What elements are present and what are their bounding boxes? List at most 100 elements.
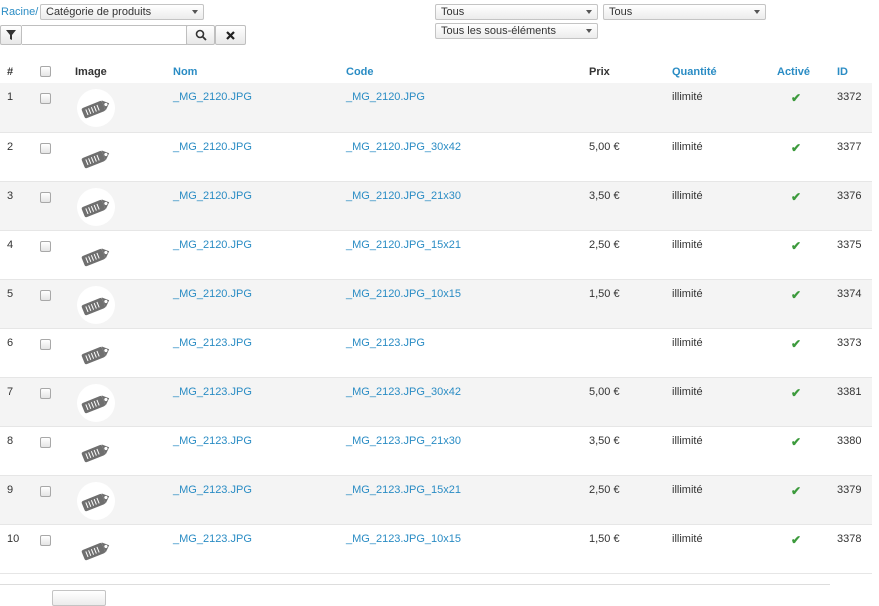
product-thumbnail[interactable] [77, 334, 115, 373]
table-row[interactable]: 10 _MG_2123.JPG _MG_2123.JPG_10x15 1,50 € il… [0, 524, 872, 574]
checkmark-icon[interactable]: ✔ [791, 239, 801, 253]
product-thumbnail[interactable] [77, 89, 115, 127]
header-nom-sort[interactable]: Nom [173, 61, 346, 83]
product-thumbnail[interactable] [77, 236, 115, 275]
table-row[interactable]: 5 _MG_2120.JPG _MG_2120.JPG_10x15 1,50 € ill… [0, 279, 872, 329]
table-row[interactable]: 6 _MG_2123.JPG _MG_2123.JPG illimité ✔ 3373 [0, 328, 872, 378]
checkmark-icon[interactable]: ✔ [791, 288, 801, 302]
table-row[interactable]: 3 _MG_2120.JPG _MG_2120.JPG_21x30 3,50 € ill… [0, 181, 872, 231]
row-nom-link[interactable]: _MG_2120.JPG [173, 181, 346, 231]
search-icon [195, 29, 207, 41]
row-checkbox-cell [40, 279, 75, 329]
row-nom-link[interactable]: _MG_2120.JPG [173, 230, 346, 280]
row-code-link[interactable]: _MG_2123.JPG_15x21 [346, 475, 589, 525]
product-thumbnail[interactable] [77, 530, 115, 569]
chevron-down-icon [586, 29, 592, 33]
checkmark-icon[interactable]: ✔ [791, 190, 801, 204]
row-active-cell: ✔ [777, 328, 837, 378]
table-row[interactable]: 1 _MG_2120.JPG _MG_2120.JPG illimité ✔ 3372 [0, 83, 872, 133]
row-nom-link[interactable]: _MG_2120.JPG [173, 132, 346, 182]
row-image-cell [75, 279, 173, 329]
row-code-link[interactable]: _MG_2120.JPG_15x21 [346, 230, 589, 280]
header-quantite-sort[interactable]: Quantité [672, 61, 777, 83]
checkmark-icon[interactable]: ✔ [791, 533, 801, 547]
row-active-cell: ✔ [777, 83, 837, 133]
checkmark-icon[interactable]: ✔ [791, 141, 801, 155]
select-all-checkbox[interactable] [40, 66, 51, 77]
price-tag-icon [81, 100, 110, 119]
checkmark-icon[interactable]: ✔ [791, 386, 801, 400]
breadcrumb-root-link[interactable]: Racine/ [1, 6, 38, 18]
row-active-cell: ✔ [777, 279, 837, 329]
row-checkbox[interactable] [40, 191, 51, 203]
chevron-down-icon [754, 10, 760, 14]
checkmark-icon[interactable]: ✔ [791, 484, 801, 498]
row-quantite: illimité [672, 181, 777, 231]
row-code-link[interactable]: _MG_2120.JPG_21x30 [346, 181, 589, 231]
row-prix [589, 328, 672, 378]
table-row[interactable]: 7 _MG_2123.JPG _MG_2123.JPG_30x42 5,00 € ill… [0, 377, 872, 427]
filter-toggle-button[interactable] [0, 25, 22, 45]
row-checkbox[interactable] [40, 142, 51, 154]
row-checkbox[interactable] [40, 93, 51, 104]
product-thumbnail[interactable] [77, 481, 115, 520]
row-checkbox[interactable] [40, 485, 51, 497]
clear-filter-button[interactable] [215, 25, 246, 45]
row-code-link[interactable]: _MG_2120.JPG_10x15 [346, 279, 589, 329]
row-checkbox[interactable] [40, 534, 51, 546]
row-id: 3380 [837, 426, 872, 476]
row-nom-link[interactable]: _MG_2123.JPG [173, 328, 346, 378]
row-checkbox[interactable] [40, 289, 51, 301]
price-tag-icon [81, 492, 110, 511]
product-thumbnail[interactable] [77, 285, 115, 324]
header-select-all [40, 61, 75, 83]
row-nom-link[interactable]: _MG_2120.JPG [173, 279, 346, 329]
row-nom-link[interactable]: _MG_2123.JPG [173, 426, 346, 476]
row-code-link[interactable]: _MG_2123.JPG_30x42 [346, 377, 589, 427]
header-active-sort[interactable]: Activé [777, 61, 837, 83]
checkmark-icon[interactable]: ✔ [791, 337, 801, 351]
checkmark-icon[interactable]: ✔ [791, 91, 801, 105]
table-row[interactable]: 2 _MG_2120.JPG _MG_2120.JPG_30x42 5,00 € ill… [0, 132, 872, 182]
row-code-link[interactable]: _MG_2120.JPG [346, 83, 589, 133]
filter-select-2[interactable]: Tous [603, 4, 766, 20]
row-index: 7 [0, 377, 40, 427]
row-checkbox[interactable] [40, 338, 51, 350]
filter-select-1[interactable]: Tous [435, 4, 598, 20]
pagination-select[interactable] [52, 590, 106, 606]
row-nom-link[interactable]: _MG_2120.JPG [173, 83, 346, 133]
product-thumbnail[interactable] [77, 138, 115, 177]
table-row[interactable]: 9 _MG_2123.JPG _MG_2123.JPG_15x21 2,50 € ill… [0, 475, 872, 525]
checkmark-icon[interactable]: ✔ [791, 435, 801, 449]
row-checkbox-cell [40, 181, 75, 231]
row-quantite: illimité [672, 524, 777, 574]
row-code-link[interactable]: _MG_2123.JPG_21x30 [346, 426, 589, 476]
price-tag-icon [81, 296, 110, 315]
row-nom-link[interactable]: _MG_2123.JPG [173, 524, 346, 574]
table-row[interactable]: 4 _MG_2120.JPG _MG_2120.JPG_15x21 2,50 € ill… [0, 230, 872, 280]
row-code-link[interactable]: _MG_2123.JPG_10x15 [346, 524, 589, 574]
row-image-cell [75, 377, 173, 427]
subitems-select[interactable]: Tous les sous-éléments [435, 23, 598, 39]
row-checkbox[interactable] [40, 387, 51, 399]
header-id-sort[interactable]: ID [837, 61, 872, 83]
price-tag-icon [81, 247, 110, 266]
search-button[interactable] [186, 25, 215, 45]
row-checkbox[interactable] [40, 436, 51, 448]
row-nom-link[interactable]: _MG_2123.JPG [173, 377, 346, 427]
category-select[interactable]: Catégorie de produits [40, 4, 204, 20]
row-code-link[interactable]: _MG_2123.JPG [346, 328, 589, 378]
price-tag-icon [81, 443, 110, 462]
row-index: 10 [0, 524, 40, 574]
row-code-link[interactable]: _MG_2120.JPG_30x42 [346, 132, 589, 182]
row-index: 3 [0, 181, 40, 231]
table-row[interactable]: 8 _MG_2123.JPG _MG_2123.JPG_21x30 3,50 € ill… [0, 426, 872, 476]
search-input[interactable] [22, 25, 187, 45]
row-checkbox[interactable] [40, 240, 51, 252]
row-nom-link[interactable]: _MG_2123.JPG [173, 475, 346, 525]
product-thumbnail[interactable] [77, 432, 115, 471]
product-thumbnail[interactable] [77, 187, 115, 226]
row-index: 6 [0, 328, 40, 378]
header-code-sort[interactable]: Code [346, 61, 589, 83]
product-thumbnail[interactable] [77, 383, 115, 422]
